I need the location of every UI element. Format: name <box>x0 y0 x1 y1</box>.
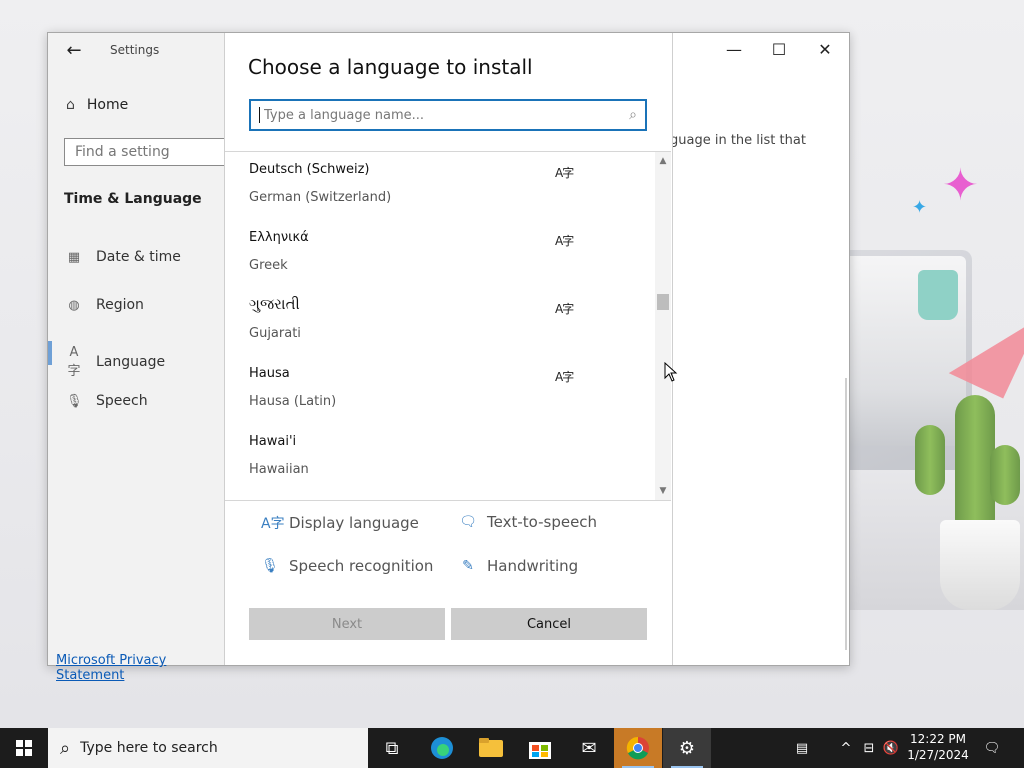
sidebar-item-label: Date & time <box>96 249 181 265</box>
chevron-up-icon[interactable]: ^ <box>836 728 856 768</box>
sidebar-item-region[interactable]: ◍ Region <box>66 297 144 313</box>
file-explorer-icon[interactable] <box>467 728 515 768</box>
sidebar-item-label: Home <box>86 97 129 113</box>
volume-muted-icon[interactable]: 🔇 <box>880 728 902 768</box>
taskbar: ⌕ Type here to search ⧉ ✉ ⚙ ▤ ^ ⊟ 🔇 12:2… <box>0 728 1024 768</box>
feature-handwriting: ✎ Handwriting <box>459 557 578 575</box>
dialog-title: Choose a language to install <box>248 55 533 79</box>
find-setting-input[interactable]: Find a setting <box>64 138 234 166</box>
clock[interactable]: 12:22 PM 1/27/2024 <box>900 731 976 763</box>
search-icon[interactable]: ⌕ <box>629 107 637 123</box>
language-native-name: Ελληνικά <box>249 230 309 245</box>
language-icon: A字 <box>67 345 81 379</box>
microphone-icon: 🎙 <box>66 393 83 409</box>
mail-icon[interactable]: ✉ <box>565 728 613 768</box>
chrome-icon[interactable] <box>614 728 662 768</box>
wallpaper-pot <box>940 520 1020 610</box>
settings-icon[interactable]: ⚙ <box>663 728 711 768</box>
language-list[interactable]: Deutsch (Schweiz) German (Switzerland) A… <box>225 151 671 501</box>
list-item[interactable]: ગુજરાતી Gujarati A字 <box>225 288 655 356</box>
privacy-statement-link[interactable]: Microsoft Privacy Statement <box>56 653 226 683</box>
scroll-thumb[interactable] <box>657 294 669 310</box>
taskbar-search-box[interactable]: ⌕ Type here to search <box>48 728 368 768</box>
list-item[interactable]: Hawai'i Hawaiian <box>225 424 655 492</box>
microphone-icon: 🎙 <box>261 558 279 574</box>
display-language-icon: A字 <box>555 234 574 248</box>
mouse-cursor-icon <box>664 361 678 382</box>
close-button[interactable]: ✕ <box>805 37 845 63</box>
notifications-icon[interactable]: 🗨 <box>978 728 1006 768</box>
language-search-input[interactable] <box>262 106 630 124</box>
sidebar-item-label: Speech <box>96 393 148 409</box>
news-icon[interactable]: ▤ <box>780 728 824 768</box>
settings-sidebar: ← Settings ⌂ Home Find a setting Time & … <box>48 33 234 683</box>
language-native-name: Hawai'i <box>249 434 297 449</box>
page-description: guage in the list that <box>670 133 806 148</box>
language-english-name: Hausa (Latin) <box>249 394 337 409</box>
display-language-icon: A字 <box>555 302 574 316</box>
language-english-name: Hawaiian <box>249 462 309 477</box>
language-english-name: Gujarati <box>249 326 301 341</box>
language-english-name: German (Switzerland) <box>249 190 392 205</box>
handwriting-icon: ✎ <box>462 558 474 574</box>
language-native-name: Deutsch (Schweiz) <box>249 162 370 177</box>
wallpaper-cactus <box>915 425 945 495</box>
clock-date: 1/27/2024 <box>907 748 969 762</box>
language-native-name: Hausa <box>249 366 290 381</box>
minimize-button[interactable]: — <box>714 37 754 63</box>
maximize-button[interactable]: ☐ <box>759 37 799 63</box>
text-caret <box>259 107 260 123</box>
sidebar-item-label: Language <box>96 354 166 370</box>
feature-text-to-speech: 🗨 Text-to-speech <box>459 513 598 531</box>
section-title: Time & Language <box>64 191 202 207</box>
cancel-button[interactable]: Cancel <box>451 608 647 640</box>
windows-logo-icon <box>16 740 32 756</box>
list-item[interactable]: Deutsch (Schweiz) German (Switzerland) A… <box>225 152 655 220</box>
language-list-scrollbar[interactable]: ▲ ▼ <box>655 152 671 500</box>
text-to-speech-icon: 🗨 <box>459 514 477 530</box>
store-icon[interactable] <box>516 728 564 768</box>
task-view-icon[interactable]: ⧉ <box>368 728 416 768</box>
scroll-down-icon[interactable]: ▼ <box>655 484 671 498</box>
clock-time: 12:22 PM <box>910 732 966 746</box>
language-english-name: Greek <box>249 258 288 273</box>
sidebar-item-speech[interactable]: 🎙 Speech <box>66 393 148 409</box>
taskbar-search-placeholder: Type here to search <box>80 740 218 756</box>
display-language-icon: A字 <box>555 166 574 180</box>
sidebar-item-language[interactable]: A字 Language <box>66 345 165 379</box>
language-search-box[interactable]: ⌕ <box>249 99 647 131</box>
sparkle-icon: ✦ <box>912 197 928 218</box>
sparkle-icon: ✦ <box>942 160 979 211</box>
display-language-icon: A字 <box>261 516 285 532</box>
scroll-up-icon[interactable]: ▲ <box>655 154 671 168</box>
sidebar-item-label: Region <box>96 297 144 313</box>
network-icon[interactable]: ⊟ <box>858 728 880 768</box>
sidebar-item-home[interactable]: ⌂ Home <box>66 97 128 113</box>
selected-indicator <box>48 341 52 365</box>
list-item[interactable]: Hausa Hausa (Latin) A字 <box>225 356 655 424</box>
sidebar-item-date-time[interactable]: ▦ Date & time <box>66 249 181 265</box>
list-item[interactable]: Ελληνικά Greek A字 <box>225 220 655 288</box>
display-language-icon: A字 <box>555 370 574 384</box>
feature-display-language: A字 Display language <box>261 514 419 532</box>
back-arrow-icon[interactable]: ← <box>62 39 86 63</box>
choose-language-dialog: Choose a language to install ⌕ Deutsch (… <box>224 33 673 665</box>
edge-icon[interactable] <box>418 728 466 768</box>
next-button[interactable]: Next <box>249 608 445 640</box>
home-icon: ⌂ <box>66 97 75 113</box>
page-scrollbar[interactable] <box>845 378 847 650</box>
feature-speech-recognition: 🎙 Speech recognition <box>261 557 434 575</box>
calendar-clock-icon: ▦ <box>67 249 81 265</box>
start-button[interactable] <box>0 728 48 768</box>
search-icon: ⌕ <box>60 737 71 759</box>
language-native-name: ગુજરાતી <box>249 295 300 313</box>
globe-icon: ◍ <box>68 297 80 313</box>
window-title: Settings <box>110 43 160 57</box>
